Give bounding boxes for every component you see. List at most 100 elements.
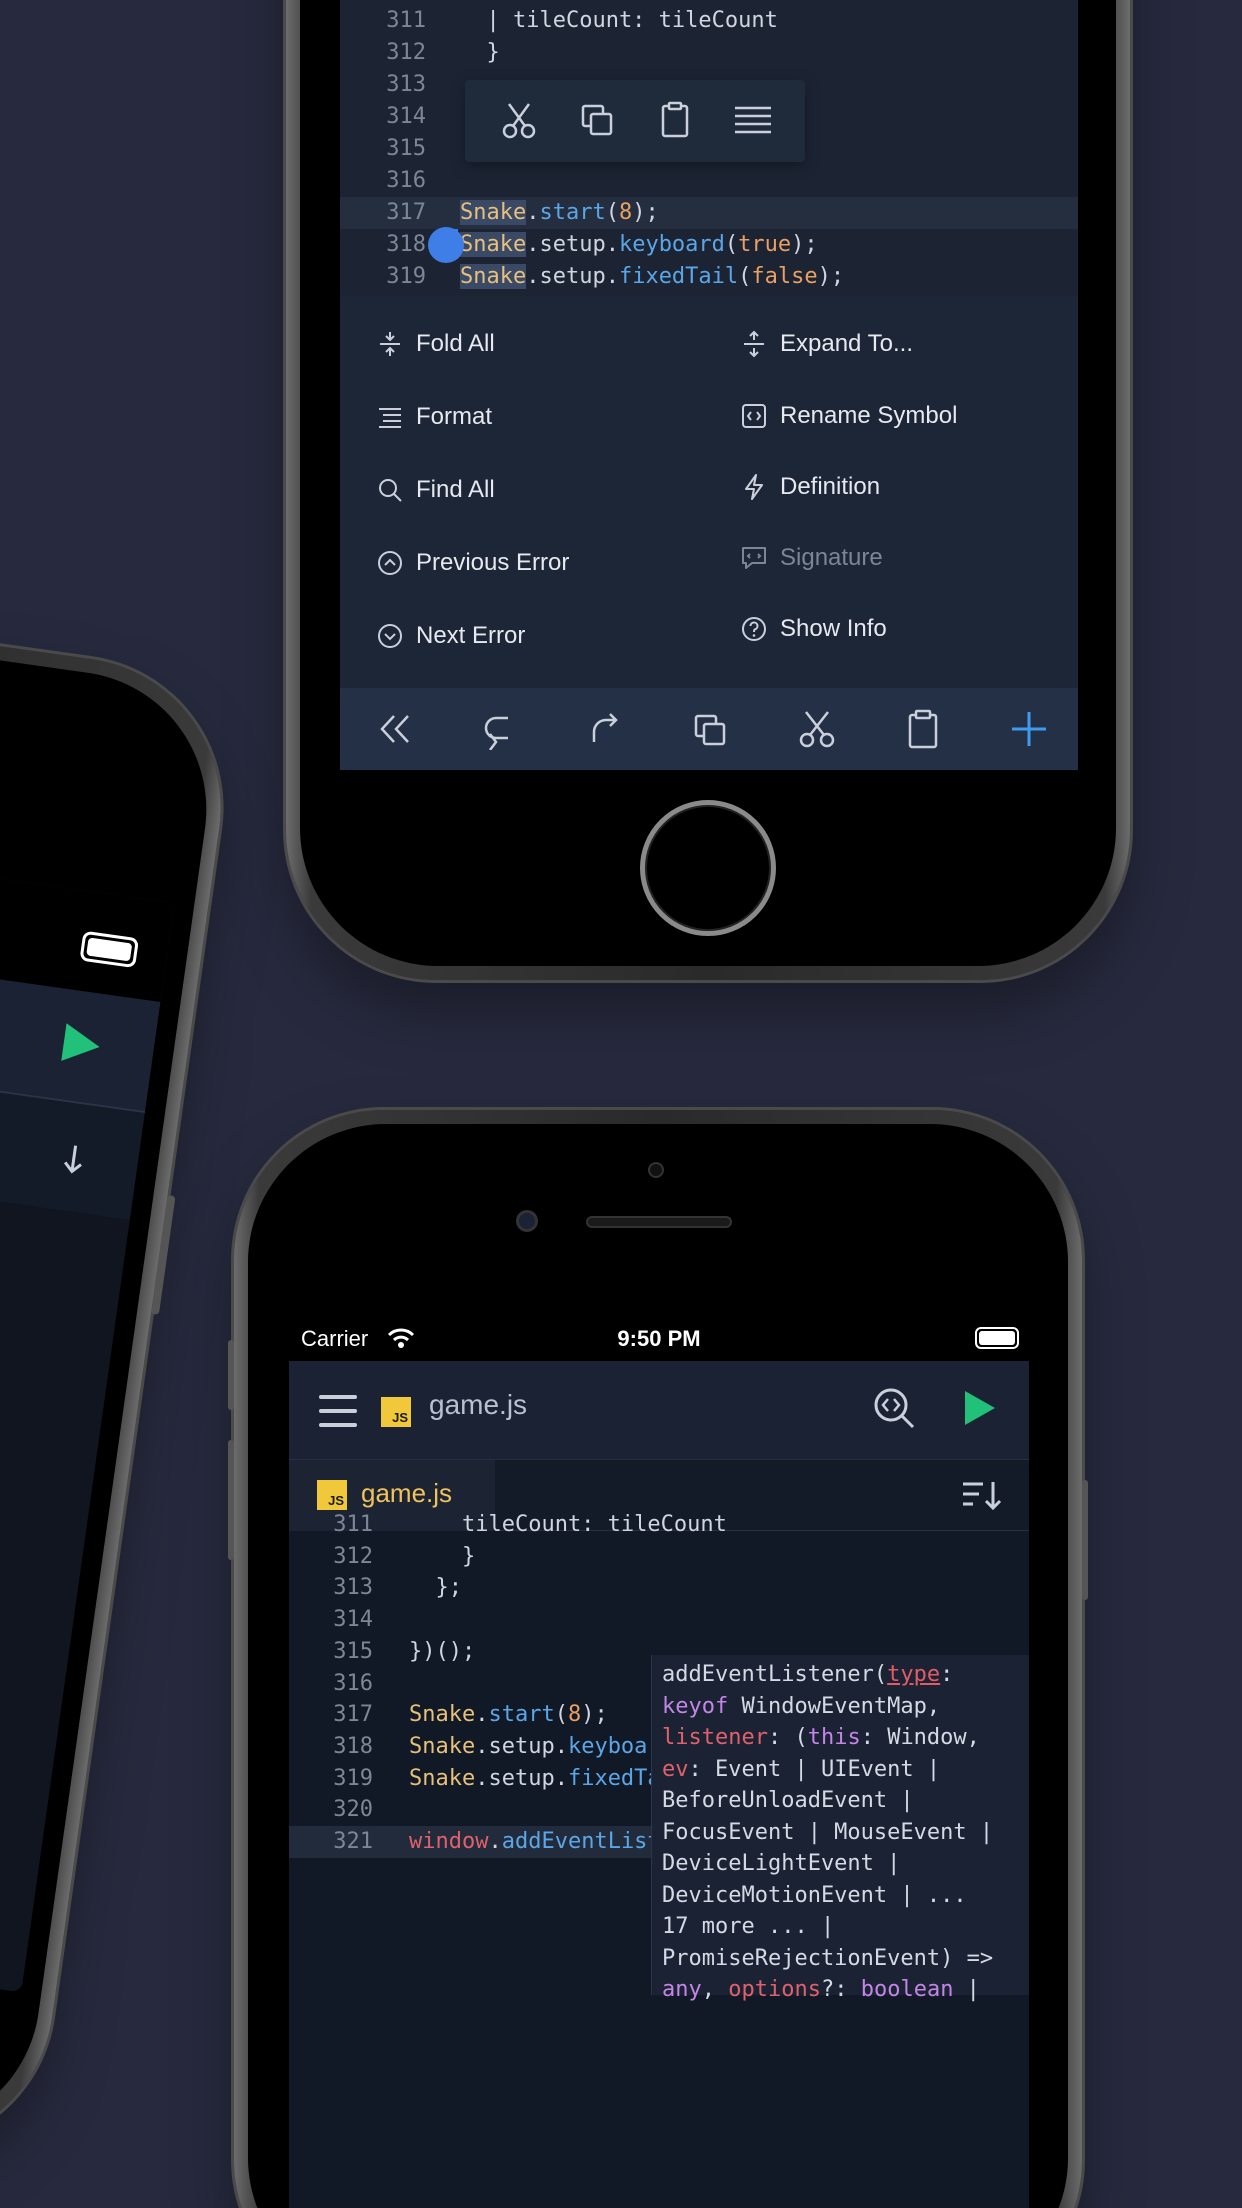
hint-line: DeviceMotionEvent | ... [662, 1882, 967, 1908]
double-chevron-left-icon[interactable] [374, 708, 416, 750]
lightning-icon [745, 474, 763, 500]
cut-icon[interactable] [499, 100, 539, 140]
symbol-icon [742, 404, 766, 428]
selection-drag-handle[interactable] [428, 227, 464, 263]
menu-hamburger-icon[interactable] [319, 1395, 357, 1427]
line-number: 321 [333, 1829, 373, 1854]
hint-line: addEventListener(type: [662, 1662, 954, 1687]
status-bar: Carrier 9:50 PM [289, 1315, 1029, 1361]
line-number: 317 [386, 200, 426, 225]
copy-icon[interactable] [577, 100, 617, 140]
run-play-icon[interactable] [955, 1385, 1001, 1431]
hint-line: PromiseRejectionEvent) => [662, 1945, 994, 1971]
paste-icon[interactable] [655, 100, 695, 140]
line-number: 316 [386, 168, 426, 193]
sort-icon[interactable] [47, 1136, 92, 1181]
left-phone-device [0, 574, 240, 2166]
menu-fold-all[interactable]: Fold All [376, 324, 495, 364]
code-line[interactable]: 311 | tileCount: tileCount [340, 5, 1078, 37]
bottom-phone-volume-up [228, 1340, 234, 1410]
line-number: 319 [333, 1765, 373, 1791]
menu-previous-error-label: Previous Error [416, 549, 570, 576]
code-line[interactable]: 316 [340, 165, 1078, 197]
proximity-sensor [648, 1162, 664, 1178]
menu-expand-to-label: Expand To... [780, 330, 913, 357]
left-phone-screen [0, 830, 175, 1993]
plus-icon[interactable] [1008, 708, 1050, 750]
editor-bottom-toolbar [340, 688, 1078, 770]
menu-signature-label: Signature [780, 544, 883, 571]
code-text: tileCount: tileCount [409, 1512, 727, 1537]
line-number: 317 [333, 1702, 373, 1728]
line-number: 311 [386, 8, 426, 33]
menu-fold-all-label: Fold All [416, 330, 495, 357]
js-file-icon: JS [381, 1397, 411, 1427]
home-button[interactable] [640, 800, 776, 936]
code-line[interactable]: 319 Snake.setup.fixedTail(false); [340, 261, 1078, 293]
menu-next-error[interactable]: Next Error [376, 616, 525, 656]
left-phone-side-button [150, 1194, 176, 1315]
menu-find-all[interactable]: Find All [376, 470, 495, 510]
menu-rename-symbol[interactable]: Rename Symbol [740, 396, 957, 436]
line-number: 314 [386, 104, 426, 129]
select-all-icon[interactable] [733, 100, 773, 140]
format-icon [379, 408, 401, 428]
menu-signature[interactable]: Signature [740, 538, 883, 578]
menu-show-info[interactable]: Show Info [740, 609, 887, 649]
hint-line: keyof WindowEventMap, [662, 1693, 941, 1719]
copy-icon[interactable] [690, 708, 732, 750]
menu-show-info-label: Show Info [780, 615, 887, 642]
line-number: 318 [386, 232, 426, 257]
code-text: } [460, 40, 500, 65]
hint-line: FocusEvent | MouseEvent | [662, 1819, 994, 1845]
hint-line: ev: Event | UIEvent | [662, 1756, 941, 1782]
line-number: 314 [333, 1607, 373, 1633]
menu-next-error-label: Next Error [416, 622, 526, 649]
code-line[interactable]: 314 [289, 1604, 1029, 1636]
play-icon[interactable] [55, 1018, 107, 1070]
battery-icon [79, 930, 140, 969]
code-line[interactable]: 317 Snake.start(8); [340, 197, 1078, 229]
menu-expand-to[interactable]: Expand To... [740, 324, 913, 364]
code-line[interactable]: 311 tileCount: tileCount [289, 1509, 1029, 1541]
code-line[interactable]: 313 }; [289, 1572, 1029, 1604]
menu-format-label: Format [416, 403, 493, 430]
app-header: JS game.js [289, 1361, 1029, 1459]
cut-icon[interactable] [796, 708, 838, 750]
paste-icon[interactable] [902, 708, 944, 750]
question-icon [742, 617, 766, 641]
menu-definition[interactable]: Definition [740, 467, 880, 507]
menu-find-all-label: Find All [416, 476, 495, 503]
hint-line: BeforeUnloadEvent | [662, 1788, 914, 1813]
line-number: 319 [386, 264, 426, 289]
menu-rename-symbol-label: Rename Symbol [780, 402, 958, 429]
redo-icon[interactable] [584, 708, 626, 750]
line-number: 315 [333, 1638, 373, 1664]
menu-definition-label: Definition [780, 473, 881, 500]
hint-line: any, options?: boolean | [662, 1977, 980, 2002]
code-text: Snake.start(8); [460, 200, 659, 225]
undo-icon[interactable] [478, 708, 520, 750]
menu-previous-error[interactable]: Previous Error [376, 543, 569, 583]
fold-icon [380, 332, 400, 356]
code-line[interactable]: 312 } [340, 37, 1078, 69]
code-search-icon[interactable] [871, 1385, 917, 1431]
menu-format[interactable]: Format [376, 397, 492, 437]
code-text: }; [409, 1575, 462, 1601]
search-icon [379, 479, 402, 502]
code-text: } [409, 1543, 476, 1569]
code-line[interactable]: 312 } [289, 1541, 1029, 1573]
editor-actions-menu: Fold All Format Find All Previous Error … [340, 296, 1078, 688]
bottom-phone-power-button [1082, 1480, 1088, 1600]
code-text: | tileCount: tileCount [460, 8, 778, 33]
chevron-down-circle-icon [378, 624, 402, 648]
code-text: })(); [409, 1638, 476, 1664]
code-text: Snake.start(8); [409, 1702, 608, 1728]
earpiece-speaker [586, 1216, 732, 1228]
clock-label: 9:50 PM [617, 1326, 701, 1351]
bottom-phone-volume-down [228, 1440, 234, 1560]
expand-icon [744, 330, 764, 358]
line-number: 320 [333, 1797, 373, 1823]
hint-line: 17 more ... | [662, 1914, 835, 1939]
line-number: 312 [386, 40, 426, 65]
